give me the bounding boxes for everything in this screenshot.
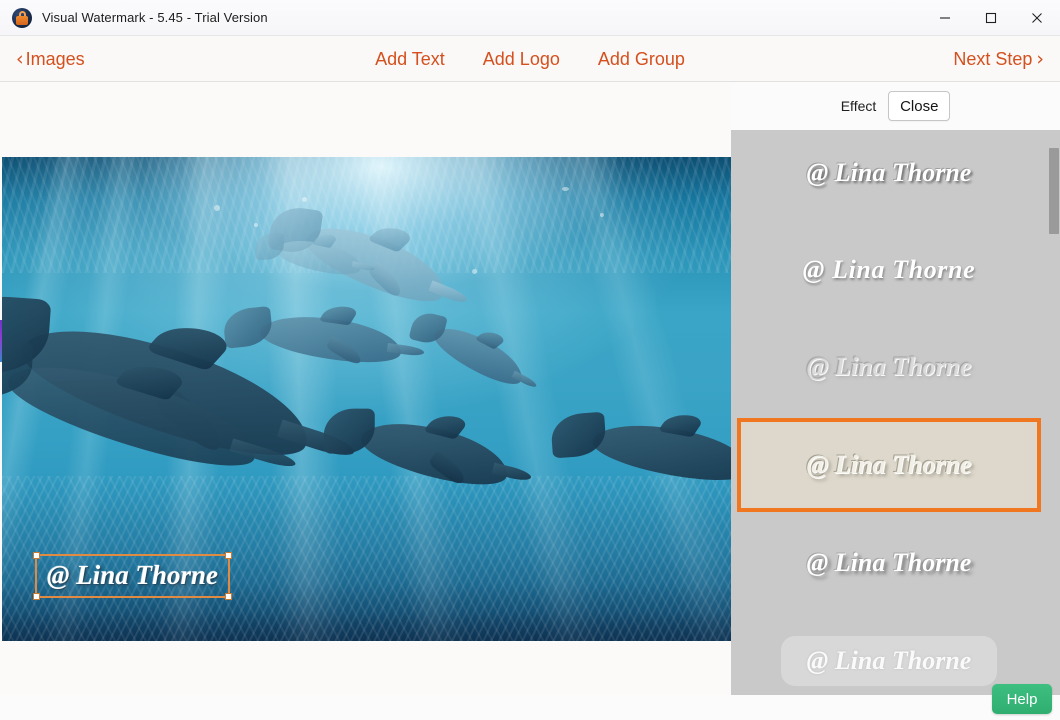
bubble [214, 205, 220, 211]
bottom-strip [0, 695, 1060, 720]
effect-preview-label: @ Lina Thorne [806, 646, 972, 675]
bubble [302, 197, 307, 202]
effect-panel: Effect Close @ Lina Thorne @ Lina Thorne… [731, 82, 1060, 695]
bubble [254, 223, 258, 227]
add-group-button[interactable]: Add Group [598, 49, 685, 70]
next-step-label: Next Step [953, 48, 1033, 69]
resize-handle-bottom-left[interactable] [33, 593, 40, 600]
resize-handle-top-right[interactable] [225, 551, 232, 559]
lock-icon [12, 7, 32, 28]
bubble [562, 187, 569, 191]
chevron-left-icon: ‹ [16, 47, 24, 70]
effect-preview-pill: @ Lina Thorne [780, 636, 998, 686]
minimize-button[interactable] [922, 0, 968, 36]
window-title: Visual Watermark - 5.45 - Trial Version [42, 10, 268, 25]
effect-preview-label: @ Lina Thorne [806, 548, 972, 577]
watermark-text: @ Lina Thorne [47, 559, 218, 590]
next-step-button[interactable]: Next Step › [953, 36, 1044, 82]
back-to-images-button[interactable]: ‹ Images [16, 36, 85, 82]
effect-preview-label: @ Lina Thorne [802, 255, 976, 284]
watermark-selection-box[interactable]: @ Lina Thorne [33, 551, 232, 600]
app-window: Visual Watermark - 5.45 - Trial Version … [0, 0, 1060, 720]
window-controls [922, 0, 1060, 36]
resize-handle-top-left[interactable] [33, 551, 40, 559]
effect-option-2[interactable]: @ Lina Thorne [737, 227, 1041, 313]
bubble [472, 269, 477, 274]
effect-preview-label: @ Lina Thorne [806, 352, 972, 381]
title-bar: Visual Watermark - 5.45 - Trial Version [0, 0, 1060, 36]
effect-panel-scroll-thumb[interactable] [1049, 148, 1059, 234]
add-text-button[interactable]: Add Text [375, 49, 445, 70]
lock-body [16, 15, 28, 25]
effect-option-5[interactable]: @ Lina Thorne [737, 520, 1041, 606]
canvas-workspace[interactable]: @ Lina Thorne [0, 82, 731, 720]
effect-panel-header: Effect Close [731, 82, 1060, 130]
close-window-button[interactable] [1014, 0, 1060, 36]
toolbar: ‹ Images Add Text Add Logo Add Group Nex… [0, 36, 1060, 82]
bubble [600, 213, 604, 217]
close-effect-panel-button[interactable]: Close [888, 91, 951, 121]
effect-panel-scrollbar[interactable] [1048, 130, 1060, 695]
effect-preview-label: @ Lina Thorne [806, 450, 972, 479]
back-to-images-label: Images [25, 48, 85, 69]
canvas-photo[interactable]: @ Lina Thorne [2, 157, 731, 641]
help-button[interactable]: Help [992, 684, 1052, 714]
maximize-button[interactable] [968, 0, 1014, 36]
resize-handle-bottom-right[interactable] [225, 593, 232, 600]
effect-list[interactable]: @ Lina Thorne @ Lina Thorne @ Lina Thorn… [731, 130, 1060, 695]
chevron-right-icon: › [1036, 47, 1044, 70]
effect-option-4-selected[interactable]: @ Lina Thorne [737, 418, 1041, 512]
toolbar-center-actions: Add Text Add Logo Add Group [0, 36, 1060, 82]
effect-option-1[interactable]: @ Lina Thorne [737, 130, 1041, 216]
effect-preview-label: @ Lina Thorne [806, 158, 972, 187]
effect-option-3[interactable]: @ Lina Thorne [737, 324, 1041, 410]
add-logo-button[interactable]: Add Logo [483, 49, 560, 70]
effect-panel-title: Effect [840, 98, 877, 114]
